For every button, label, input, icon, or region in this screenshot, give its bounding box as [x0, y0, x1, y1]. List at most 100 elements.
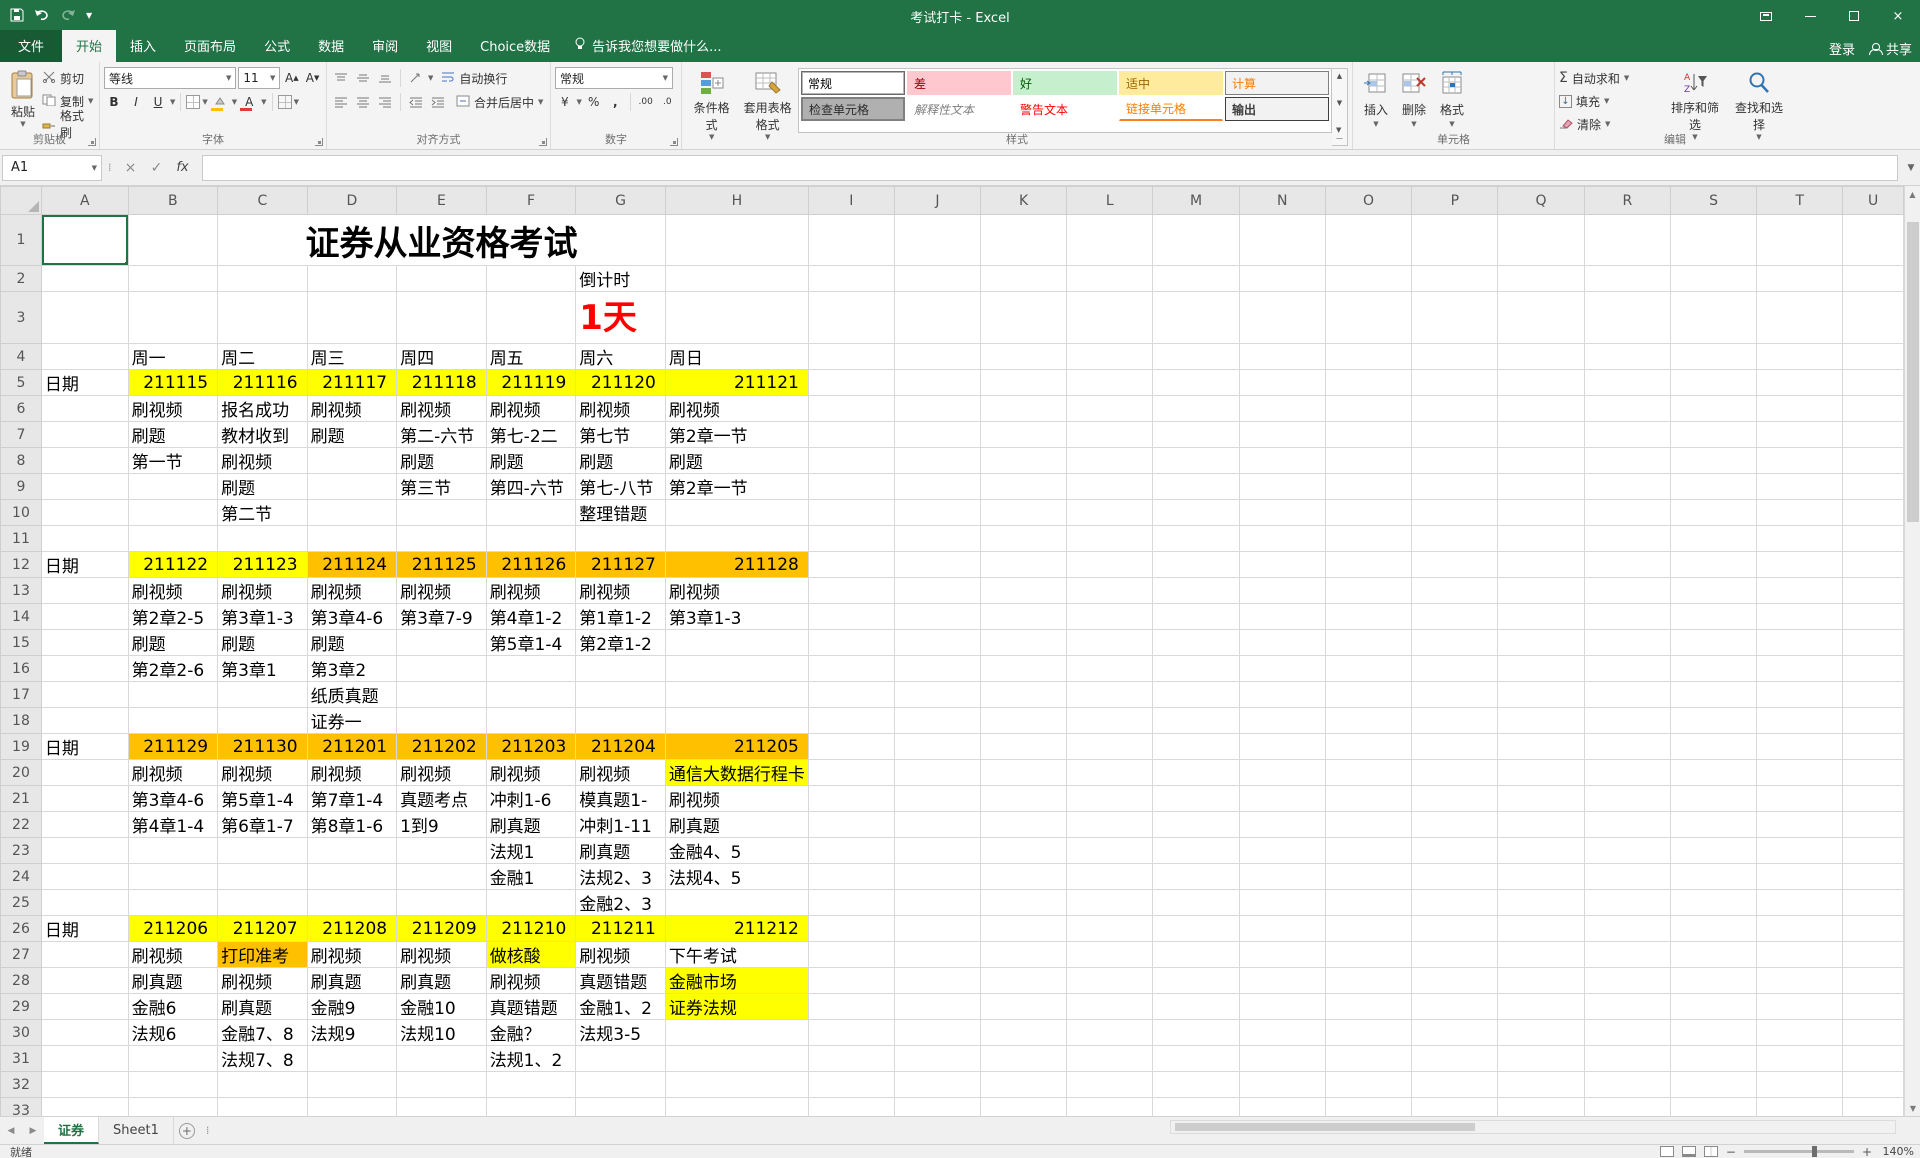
- cell-L14[interactable]: [1067, 604, 1153, 630]
- cell-S24[interactable]: [1670, 864, 1756, 890]
- tab-视图[interactable]: 视图: [412, 30, 466, 62]
- cell-K22[interactable]: [980, 812, 1066, 838]
- cell-I4[interactable]: [808, 344, 894, 370]
- cell-M33[interactable]: [1153, 1098, 1239, 1117]
- cell-G30[interactable]: 法规3-5: [576, 1020, 666, 1046]
- cell-G6[interactable]: 刷视频: [576, 396, 666, 422]
- cell-U12[interactable]: [1843, 552, 1904, 578]
- cell-B28[interactable]: 刷真题: [128, 968, 218, 994]
- cell-K33[interactable]: [980, 1098, 1066, 1117]
- cut-button[interactable]: 剪切: [42, 68, 95, 88]
- zoom-in-icon[interactable]: +: [1862, 1145, 1872, 1158]
- cell-H5[interactable]: 211121: [665, 370, 808, 396]
- cell-M10[interactable]: [1153, 500, 1239, 526]
- cell-A6[interactable]: [41, 396, 128, 422]
- cell-J25[interactable]: [894, 890, 980, 916]
- align-bottom-icon[interactable]: [375, 68, 395, 88]
- cell-I28[interactable]: [808, 968, 894, 994]
- row-header-33[interactable]: 33: [1, 1098, 42, 1117]
- cell-D25[interactable]: [307, 890, 397, 916]
- cell-K7[interactable]: [980, 422, 1066, 448]
- tab-开始[interactable]: 开始: [62, 30, 116, 62]
- cell-I29[interactable]: [808, 994, 894, 1020]
- cell-F17[interactable]: [486, 682, 576, 708]
- cell-C9[interactable]: 刷题: [218, 474, 308, 500]
- cell-S12[interactable]: [1670, 552, 1756, 578]
- phonetic-guide-icon[interactable]: [278, 95, 292, 109]
- cell-Q11[interactable]: [1498, 526, 1584, 552]
- cell-N14[interactable]: [1239, 604, 1325, 630]
- cell-G15[interactable]: 第2章1-2: [576, 630, 666, 656]
- cell-E11[interactable]: [397, 526, 487, 552]
- cell-H17[interactable]: [665, 682, 808, 708]
- cell-C33[interactable]: [218, 1098, 308, 1117]
- cell-J29[interactable]: [894, 994, 980, 1020]
- cell-T15[interactable]: [1757, 630, 1843, 656]
- decrease-decimal-icon[interactable]: .0: [657, 92, 677, 112]
- cell-S3[interactable]: [1670, 292, 1756, 344]
- cell-U29[interactable]: [1843, 994, 1904, 1020]
- cell-U7[interactable]: [1843, 422, 1904, 448]
- cell-P27[interactable]: [1412, 942, 1498, 968]
- cell-N13[interactable]: [1239, 578, 1325, 604]
- cell-P19[interactable]: [1412, 734, 1498, 760]
- cell-R4[interactable]: [1584, 344, 1670, 370]
- cell-D8[interactable]: [307, 448, 397, 474]
- cell-K15[interactable]: [980, 630, 1066, 656]
- cell-T25[interactable]: [1757, 890, 1843, 916]
- cell-Q15[interactable]: [1498, 630, 1584, 656]
- close-icon[interactable]: ×: [1876, 0, 1920, 32]
- cell-B25[interactable]: [128, 890, 218, 916]
- cell-I19[interactable]: [808, 734, 894, 760]
- col-header-S[interactable]: S: [1670, 187, 1756, 215]
- cell-N10[interactable]: [1239, 500, 1325, 526]
- cell-style-4[interactable]: 适中: [1119, 71, 1223, 95]
- cell-B7[interactable]: 刷题: [128, 422, 218, 448]
- cell-R24[interactable]: [1584, 864, 1670, 890]
- cell-B30[interactable]: 法规6: [128, 1020, 218, 1046]
- cell-D26[interactable]: 211208: [307, 916, 397, 942]
- cell-F6[interactable]: 刷视频: [486, 396, 576, 422]
- cell-I20[interactable]: [808, 760, 894, 786]
- format-as-table-button[interactable]: 套用表格格式 ▼: [737, 66, 798, 132]
- cell-A25[interactable]: [41, 890, 128, 916]
- horizontal-scrollbar[interactable]: [1170, 1120, 1896, 1134]
- cell-H10[interactable]: [665, 500, 808, 526]
- cell-G18[interactable]: [576, 708, 666, 734]
- cell-T14[interactable]: [1757, 604, 1843, 630]
- cell-A22[interactable]: [41, 812, 128, 838]
- tab-scroll-splitter[interactable]: ⁞: [206, 1124, 210, 1137]
- cell-J21[interactable]: [894, 786, 980, 812]
- cell-N21[interactable]: [1239, 786, 1325, 812]
- undo-icon[interactable]: [34, 8, 50, 24]
- cell-O3[interactable]: [1325, 292, 1411, 344]
- cell-S10[interactable]: [1670, 500, 1756, 526]
- cell-R23[interactable]: [1584, 838, 1670, 864]
- cell-D21[interactable]: 第7章1-4: [307, 786, 397, 812]
- cell-B8[interactable]: 第一节: [128, 448, 218, 474]
- cell-N9[interactable]: [1239, 474, 1325, 500]
- cell-P14[interactable]: [1412, 604, 1498, 630]
- cell-F27[interactable]: 做核酸: [486, 942, 576, 968]
- cell-R27[interactable]: [1584, 942, 1670, 968]
- cell-E30[interactable]: 法规10: [397, 1020, 487, 1046]
- orientation-icon[interactable]: [406, 68, 426, 88]
- cell-G16[interactable]: [576, 656, 666, 682]
- cell-R26[interactable]: [1584, 916, 1670, 942]
- cell-N18[interactable]: [1239, 708, 1325, 734]
- col-header-R[interactable]: R: [1584, 187, 1670, 215]
- cell-P9[interactable]: [1412, 474, 1498, 500]
- cell-M19[interactable]: [1153, 734, 1239, 760]
- minimize-icon[interactable]: [1788, 0, 1832, 32]
- cell-G25[interactable]: 金融2、3: [576, 890, 666, 916]
- cell-U11[interactable]: [1843, 526, 1904, 552]
- cell-S30[interactable]: [1670, 1020, 1756, 1046]
- row-header-26[interactable]: 26: [1, 916, 42, 942]
- col-header-I[interactable]: I: [808, 187, 894, 215]
- cell-J12[interactable]: [894, 552, 980, 578]
- formula-input[interactable]: [202, 155, 1899, 181]
- cell-J5[interactable]: [894, 370, 980, 396]
- cell-S28[interactable]: [1670, 968, 1756, 994]
- cell-E5[interactable]: 211118: [397, 370, 487, 396]
- cell-O14[interactable]: [1325, 604, 1411, 630]
